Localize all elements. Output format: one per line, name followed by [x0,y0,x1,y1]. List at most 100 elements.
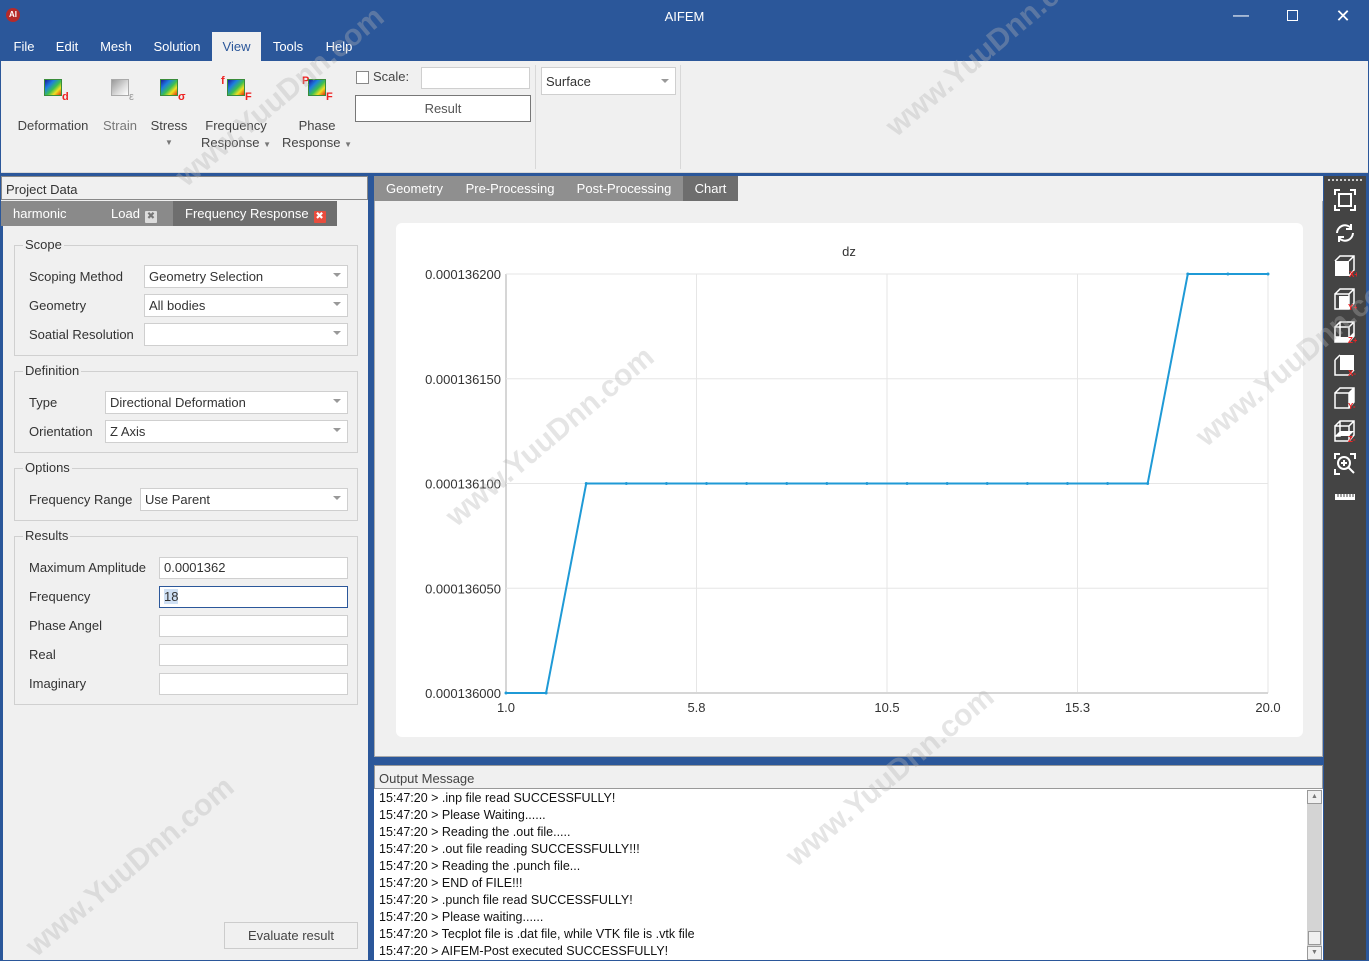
tab-frequency-response[interactable]: Frequency Response ✖ [173,201,337,226]
data-point [745,482,749,485]
maximize-icon [1286,10,1298,21]
output-header: Output Message [374,765,1323,789]
scoping-method-value: Geometry Selection [149,269,264,284]
view-z-plus-icon: Z+ [1334,321,1358,345]
frequency-value: 18 [164,589,179,604]
data-point [1025,482,1029,485]
deformation-button[interactable]: d Deformation [13,73,93,134]
tab-geometry[interactable]: Geometry [374,176,455,201]
stress-button[interactable]: σ Stress ▼ [149,73,189,151]
view-x-plus-button[interactable]: X+ [1333,254,1359,279]
data-point [664,482,668,485]
imaginary-field[interactable] [159,673,348,695]
tab-label: Frequency Response [185,206,309,221]
svg-text:Z-: Z- [1348,435,1356,443]
window-title: AIFEM [664,9,705,24]
zoom-box-icon [1334,453,1356,475]
data-point [905,482,909,485]
menu-bar: File Edit Mesh Solution View Tools Help [0,32,1369,61]
view-y-minus-icon: Y- [1334,387,1356,411]
svg-text:X+: X+ [1349,270,1357,278]
scroll-down-icon[interactable]: ▼ [1307,946,1322,960]
geometry-combo[interactable]: All bodies [144,294,348,317]
ruler-button[interactable] [1333,485,1357,509]
close-button[interactable]: ✕ [1320,0,1366,32]
x-tick-label: 20.0 [1255,700,1280,715]
rotate-button[interactable] [1333,221,1357,245]
menu-file[interactable]: File [6,32,42,61]
tab-post-processing[interactable]: Post-Processing [565,176,683,201]
phase-angle-field[interactable] [159,615,348,637]
output-panel: Output Message 15:47:20 > .inp file read… [374,765,1323,960]
type-value: Directional Deformation [110,395,246,410]
view-x-plus-icon: X+ [1334,255,1359,279]
data-point [985,482,989,485]
menu-edit[interactable]: Edit [50,32,84,61]
zoom-box-button[interactable] [1333,452,1357,476]
data-point [504,691,508,695]
chevron-down-icon [333,428,341,432]
orientation-value: Z Axis [110,424,146,439]
tab-harmonic[interactable]: harmonic [1,201,99,226]
close-tab-icon[interactable]: ✖ [144,211,157,223]
menu-tools[interactable]: Tools [266,32,310,61]
menu-solution[interactable]: Solution [148,32,206,61]
definition-group: Definition Type Directional Deformation … [14,363,358,453]
definition-title: Definition [23,363,82,378]
close-icon: ✕ [1335,6,1351,26]
spatial-resolution-combo[interactable] [144,323,348,346]
scale-checkbox[interactable] [356,71,369,84]
phase-response-button[interactable]: PF Phase Response ▼ [279,73,355,153]
line-chart[interactable]: 1.0 5.8 10.5 15.3 20.0 0.000136000 0.000136050… [396,223,1303,737]
stress-label: Stress [150,118,188,133]
view-x-minus-button[interactable]: X- [1333,353,1357,378]
view-z-minus-button[interactable]: Z- [1333,419,1357,444]
frequency-range-value: Use Parent [145,492,211,507]
menu-view[interactable]: View [212,32,261,61]
scale-input[interactable] [421,67,530,89]
display-mode-combo[interactable]: Surface [541,67,676,95]
frequency-response-button[interactable]: fF Frequency Response ▼ [197,73,275,153]
orientation-label: Orientation [29,424,93,439]
toolbar-grip[interactable] [1328,179,1362,181]
output-scrollbar[interactable]: ▲ ▼ [1307,790,1322,960]
x-tick-label: 10.5 [874,700,899,715]
evaluate-result-button[interactable]: Evaluate result [224,922,358,949]
view-y-plus-button[interactable]: Y+ [1333,287,1358,312]
scoping-method-combo[interactable]: Geometry Selection [144,265,348,288]
fit-view-button[interactable] [1333,188,1357,212]
type-combo[interactable]: Directional Deformation [105,391,348,414]
frequency-field[interactable]: 18 [159,586,348,608]
log-line: 15:47:20 > Tecplot file is .dat file, wh… [379,927,695,941]
minimize-button[interactable]: — [1218,0,1264,32]
max-amplitude-label: Maximum Amplitude [29,560,147,575]
chevron-down-icon: ▼ [165,138,173,147]
log-line: 15:47:20 > AIFEM-Post executed SUCCESSFU… [379,944,669,958]
orientation-combo[interactable]: Z Axis [105,420,348,443]
scroll-up-icon[interactable]: ▲ [1307,790,1322,804]
log-line: 15:47:20 > .inp file read SUCCESSFULLY! [379,791,616,805]
tab-load[interactable]: Load ✖ [99,201,173,226]
menu-mesh[interactable]: Mesh [94,32,138,61]
y-tick-label: 0.000136200 [425,267,501,282]
strain-button[interactable]: ε Strain [99,73,141,134]
menu-help[interactable]: Help [320,32,358,61]
data-point [705,482,709,485]
data-point [544,691,548,695]
options-title: Options [23,460,72,475]
real-field[interactable] [159,644,348,666]
max-amplitude-field[interactable]: 0.0001362 [159,557,348,579]
chevron-down-icon: ▼ [263,140,272,149]
tab-pre-processing[interactable]: Pre-Processing [455,176,565,201]
maximize-button[interactable] [1269,0,1315,32]
scrollbar-thumb[interactable] [1308,931,1321,945]
close-tab-icon[interactable]: ✖ [313,211,326,223]
data-point [1146,482,1150,485]
chart-title: dz [842,244,856,259]
view-z-plus-button[interactable]: Z+ [1333,320,1358,345]
tab-chart[interactable]: Chart [683,176,738,201]
view-toolbar: X+ Y+ Z+ X- Y- Z- [1324,176,1366,960]
result-button[interactable]: Result [355,95,531,122]
frequency-range-combo[interactable]: Use Parent [140,488,348,511]
view-y-minus-button[interactable]: Y- [1333,386,1357,411]
